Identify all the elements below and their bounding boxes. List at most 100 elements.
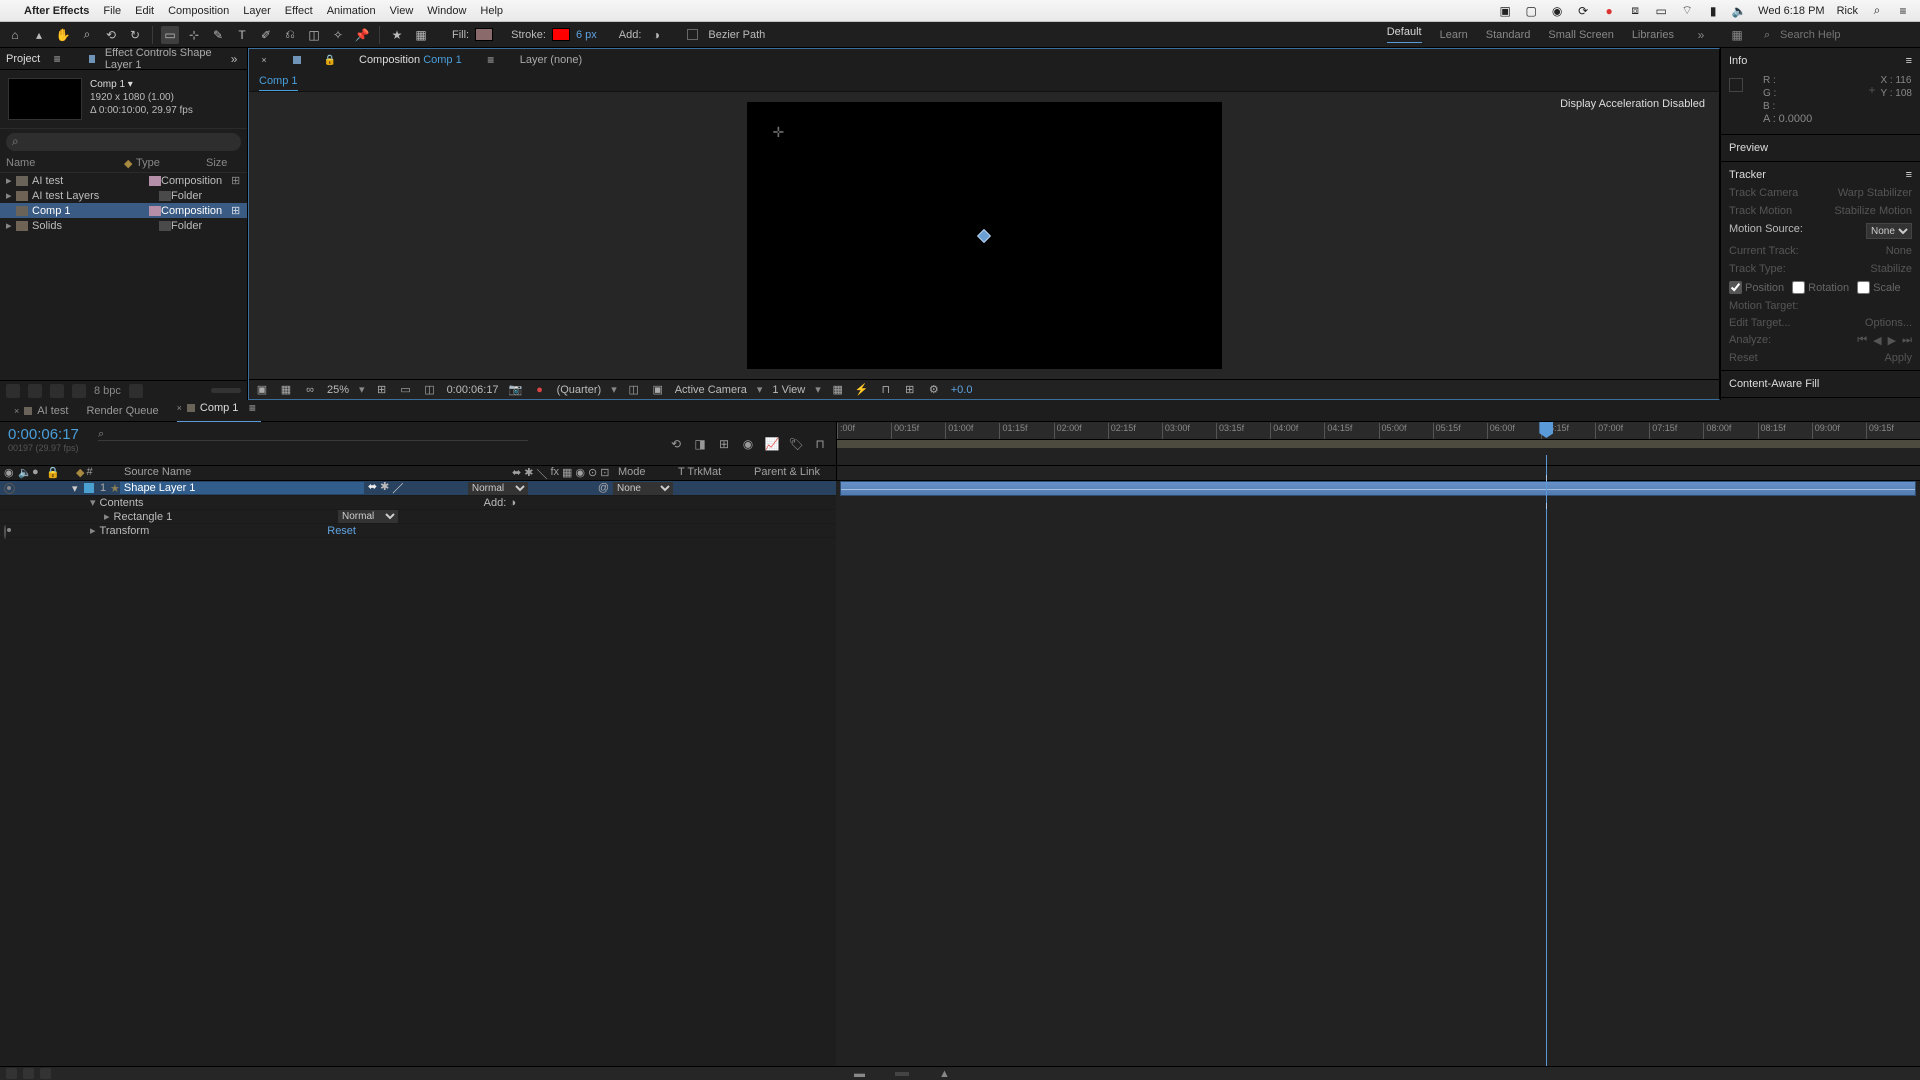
user-name[interactable]: Rick [1837, 5, 1858, 17]
workspace-libraries[interactable]: Libraries [1632, 29, 1674, 41]
rectangle-label[interactable]: Rectangle 1 [114, 511, 173, 523]
pen-tool-icon[interactable]: ✎ [209, 26, 227, 44]
dropbox-icon[interactable]: ⧈ [1628, 4, 1642, 17]
reset-link[interactable]: Reset [327, 525, 356, 537]
mode-column[interactable]: Mode [612, 466, 678, 480]
brush-tool-icon[interactable]: ✐ [257, 26, 275, 44]
blend-mode-select[interactable]: Normal [468, 482, 528, 495]
work-area-bar[interactable] [837, 440, 1920, 448]
airplay-icon[interactable]: ▭ [1654, 4, 1668, 17]
expand-icon[interactable]: ▾ [90, 496, 100, 509]
ruler-tick[interactable]: 00:15f [891, 423, 919, 439]
trkmat-column[interactable]: T TrkMat [678, 466, 742, 480]
timeline-tracks[interactable] [836, 481, 1920, 1066]
source-name-column[interactable]: Source Name [96, 466, 508, 480]
panel-menu-icon[interactable]: ≡ [1906, 169, 1912, 181]
layer-row[interactable]: ▾ 1 ★ Shape Layer 1 ⬌ ✱ ／ Normal @ None [0, 481, 836, 496]
effect-controls-tab[interactable]: Effect Controls Shape Layer 1 [105, 47, 217, 71]
label-column-icon[interactable]: ◆ [124, 157, 136, 170]
info-title[interactable]: Info [1729, 55, 1747, 67]
project-list[interactable]: ▸ AI test Composition ⊞ ▸ AI test Layers… [0, 173, 247, 380]
workspace-overflow-icon[interactable]: » [1692, 26, 1710, 44]
comp-thumbnail[interactable] [8, 78, 82, 120]
menu-composition[interactable]: Composition [168, 5, 229, 17]
bpc-label[interactable]: 8 bpc [94, 385, 121, 397]
expand-icon[interactable]: ▸ [104, 510, 114, 523]
camera-selector[interactable]: Active Camera [675, 384, 747, 396]
screen-record-icon[interactable]: ▣ [1498, 4, 1512, 17]
rectangle-tool-icon[interactable]: ▭ [161, 26, 179, 44]
timeline-tab-ai[interactable]: ×AI test [14, 405, 68, 417]
rotate-tool-icon[interactable]: ↻ [126, 26, 144, 44]
search-help-input[interactable] [1764, 29, 1904, 41]
item-name[interactable]: AI test Layers [32, 190, 159, 202]
number-column[interactable]: # [86, 466, 92, 480]
ruler-tick[interactable]: 08:15f [1758, 423, 1786, 439]
bezier-checkbox[interactable] [687, 29, 698, 40]
label-swatch[interactable] [149, 206, 161, 216]
comp-name[interactable]: Comp 1 ▾ [90, 78, 193, 91]
project-item-selected[interactable]: Comp 1 Composition ⊞ [0, 203, 247, 218]
close-icon[interactable]: × [177, 403, 182, 413]
selection-tool-icon[interactable]: ▴ [30, 26, 48, 44]
hand-tool-icon[interactable]: ✋ [54, 26, 72, 44]
item-name[interactable]: AI test [32, 175, 149, 187]
region-icon[interactable]: ◫ [627, 383, 641, 397]
visibility-toggle-icon[interactable] [4, 483, 15, 494]
project-search-input[interactable] [6, 133, 241, 151]
layer-tab[interactable]: Layer (none) [520, 54, 582, 66]
display-icon[interactable]: ▢ [1524, 4, 1538, 17]
puppet-tool-icon[interactable]: 📌 [353, 26, 371, 44]
tab-menu-icon[interactable]: ≡ [243, 399, 261, 417]
flowchart-icon[interactable]: ⊞ [231, 174, 241, 187]
roto-tool-icon[interactable]: ✧ [329, 26, 347, 44]
caf-title[interactable]: Content-Aware Fill [1729, 378, 1819, 390]
ruler-tick[interactable]: 05:00f [1379, 423, 1407, 439]
snapshot-icon[interactable]: 📷 [509, 383, 523, 397]
menu-effect[interactable]: Effect [285, 5, 313, 17]
timeline-timecode[interactable]: 0:00:06:17 [8, 426, 88, 443]
project-item[interactable]: ▸ AI test Layers Folder [0, 188, 247, 203]
menu-view[interactable]: View [390, 5, 414, 17]
switch-icon[interactable]: ＼ [536, 466, 547, 480]
preview-title[interactable]: Preview [1729, 142, 1768, 154]
ruler-tick[interactable]: 04:00f [1270, 423, 1298, 439]
lock-icon[interactable]: 🔒 [321, 51, 339, 69]
workspace-default[interactable]: Default [1387, 26, 1422, 43]
project-columns-header[interactable]: Name ◆ Type Size [0, 155, 247, 173]
crumb-comp[interactable]: Comp 1 [259, 75, 298, 91]
timeline-icon[interactable]: ⊓ [879, 383, 893, 397]
fast-preview-icon[interactable]: ⚡ [855, 383, 869, 397]
show-channel-icon[interactable]: ● [533, 383, 547, 397]
project-tab[interactable]: Project [6, 53, 40, 65]
transform-row[interactable]: ▸ Transform Reset [0, 524, 836, 538]
comp-tab-menu-icon[interactable]: ≡ [482, 51, 500, 69]
preview-panel[interactable]: Preview [1721, 135, 1920, 162]
frameblend-icon[interactable]: ⊞ [716, 436, 732, 452]
expand-icon[interactable]: ▸ [6, 174, 16, 187]
interpret-icon[interactable] [6, 384, 20, 398]
battery-icon[interactable]: ▮ [1706, 4, 1720, 17]
resolution-icon[interactable]: ⊞ [375, 383, 389, 397]
timeline-tab-rq[interactable]: Render Queue [86, 405, 158, 417]
volume-icon[interactable]: 🔈 [1732, 4, 1746, 17]
workspace-standard[interactable]: Standard [1486, 29, 1531, 41]
zoom-in-icon[interactable]: ▲ [939, 1068, 950, 1080]
notifications-icon[interactable]: ≡ [1896, 4, 1910, 17]
layer-name[interactable]: Shape Layer 1 [120, 482, 364, 494]
mask-icon[interactable]: ∞ [303, 383, 317, 397]
switch-quality-icon[interactable]: ／ [392, 480, 403, 496]
switch-icon[interactable]: ▦ [562, 466, 572, 480]
timeline-tab-comp[interactable]: ×Comp 1≡ [177, 399, 262, 422]
composition-tab[interactable]: Composition Comp 1 [359, 54, 462, 66]
layer-bar[interactable] [840, 481, 1916, 496]
layer-label-swatch[interactable] [84, 483, 94, 493]
timeline-search-input[interactable] [98, 428, 528, 441]
ruler-tick[interactable]: 07:00f [1595, 423, 1623, 439]
color-depth-icon[interactable] [72, 384, 86, 398]
grid-option-icon[interactable]: ▦ [412, 26, 430, 44]
zoom-slider[interactable] [895, 1072, 909, 1076]
views-selector[interactable]: 1 View [772, 384, 805, 396]
switch-shy-icon[interactable]: ⬌ [368, 480, 377, 496]
zoom-tool-icon[interactable]: ⌕ [78, 26, 96, 44]
